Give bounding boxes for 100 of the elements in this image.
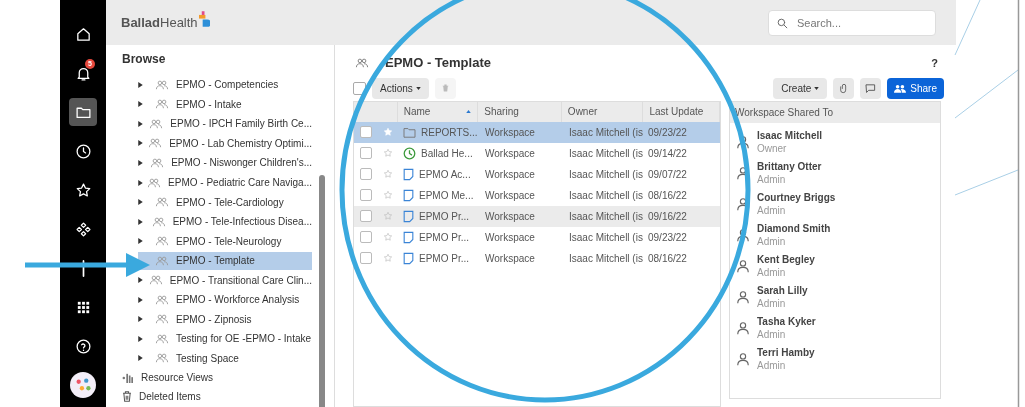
star-icon[interactable] (383, 232, 393, 242)
tree-item[interactable]: EPMO - Niswonger Children's... (138, 153, 312, 172)
person-role: Owner (757, 142, 788, 155)
table-row[interactable]: EPMO Me... Workspace Isaac Mitchell (is 08/16/22 (354, 184, 720, 206)
expand-caret-icon[interactable] (138, 101, 143, 108)
row-checkbox[interactable] (360, 147, 372, 159)
group-icon (155, 197, 169, 208)
expand-caret-icon[interactable] (138, 218, 143, 225)
search-field[interactable]: Search... (768, 9, 936, 36)
tree-item[interactable]: EPMO - Template (138, 251, 312, 270)
expand-caret-icon[interactable] (138, 81, 143, 88)
tree-item[interactable]: EPMO - Tele-Infectious Disea... (138, 212, 312, 231)
group-icon (148, 275, 163, 286)
tree-item[interactable]: EPMO - Tele-Neurology (138, 232, 312, 251)
people-icon (894, 83, 907, 93)
table-cell-text: Ballad He... (421, 146, 473, 161)
expand-caret-icon[interactable] (138, 179, 143, 186)
group-icon (155, 333, 169, 344)
resource-views-link[interactable]: Resource Views (122, 368, 214, 388)
table-cell-text: 08/16/22 (647, 251, 688, 266)
star-icon[interactable] (383, 253, 393, 263)
row-checkbox[interactable] (360, 231, 372, 243)
row-checkbox[interactable] (360, 189, 372, 201)
caret-icon (415, 86, 421, 90)
row-checkbox[interactable] (360, 210, 372, 222)
expand-caret-icon[interactable] (138, 120, 143, 127)
attach-button[interactable] (833, 77, 855, 99)
star-icon[interactable] (383, 190, 393, 200)
table-cell-text: 09/07/22 (647, 167, 688, 182)
table-row[interactable]: EPMO Pr... Workspace Isaac Mitchell (is 09/23/22 (354, 226, 720, 248)
row-checkbox[interactable] (360, 252, 372, 264)
deleted-items-link[interactable]: Deleted Items (122, 387, 201, 407)
table-cell-text: Workspace (484, 251, 536, 266)
row-checkbox[interactable] (360, 126, 372, 138)
table-cell-text: 09/23/22 (647, 125, 688, 140)
group-icon (149, 118, 164, 129)
share-button[interactable]: Share (887, 77, 944, 99)
tree-item[interactable]: Testing for OE -EPMO - Intake (138, 329, 312, 348)
diamonds-icon (74, 220, 92, 238)
tree-item[interactable]: EPMO - Zipnosis (138, 310, 312, 329)
avatar-button[interactable] (69, 371, 97, 399)
expand-caret-icon[interactable] (138, 159, 143, 166)
tree-item[interactable]: EPMO - Workforce Analysis (138, 290, 312, 309)
folder-button[interactable] (69, 98, 97, 126)
expand-caret-icon[interactable] (138, 238, 143, 245)
table-cell-text: Workspace (484, 167, 536, 182)
gauge-icon (403, 146, 416, 160)
column-header[interactable]: Last Update (643, 101, 720, 122)
tree-item[interactable]: EPMO - Transitional Care Clin... (138, 271, 312, 290)
expand-caret-icon[interactable] (138, 277, 143, 284)
tree-item[interactable]: EPMO - Competencies (138, 75, 312, 94)
expand-caret-icon[interactable] (138, 199, 143, 206)
group-icon (155, 99, 169, 110)
sort-ascending-icon[interactable] (466, 110, 472, 113)
table-cell-text: Workspace (484, 146, 536, 161)
expand-caret-icon[interactable] (138, 296, 143, 303)
column-header[interactable]: Name (397, 101, 479, 122)
comment-icon (865, 82, 877, 94)
actions-button[interactable]: Actions (372, 77, 429, 99)
group-icon (155, 236, 169, 247)
column-header[interactable]: Owner (561, 101, 644, 122)
tree-item[interactable]: EPMO - IPCH Family Birth Ce... (138, 114, 312, 133)
tree-item[interactable]: EPMO - Lab Chemistry Optimi... (138, 134, 312, 153)
table-row[interactable]: EPMO Ac... Workspace Isaac Mitchell (is 09/07/22 (354, 163, 720, 185)
star-icon[interactable] (383, 169, 393, 179)
table-row[interactable]: REPORTS... Workspace Isaac Mitchell (is 09/23/22 (354, 121, 720, 143)
sheet-icon (403, 230, 414, 244)
row-checkbox[interactable] (360, 168, 372, 180)
person-role: Admin (757, 235, 787, 248)
table-cell-text: 09/14/22 (647, 146, 688, 161)
tree-item[interactable]: Testing Space (138, 349, 312, 368)
column-header[interactable]: Sharing (478, 101, 562, 122)
expand-caret-icon[interactable] (138, 335, 143, 342)
sheet-icon (403, 167, 414, 181)
table-row[interactable]: Ballad He... Workspace Isaac Mitchell (is 09/14/22 (354, 142, 720, 164)
caret-icon (814, 86, 820, 90)
expand-caret-icon[interactable] (138, 316, 143, 323)
person-role: Admin (757, 328, 787, 341)
group-icon (151, 216, 166, 227)
expand-caret-icon[interactable] (138, 355, 143, 362)
tree-item[interactable]: EPMO - Tele-Cardiology (138, 193, 312, 212)
expand-caret-icon[interactable] (138, 140, 143, 147)
help-icon (74, 337, 92, 355)
table-cell-text: Workspace (484, 209, 536, 224)
comment-button[interactable] (860, 77, 882, 99)
table-cell-text: Isaac Mitchell (is (568, 146, 644, 161)
create-button[interactable]: Create (773, 77, 828, 99)
table-row[interactable]: EPMO Pr... Workspace Isaac Mitchell (is 08/16/22 (354, 247, 720, 269)
person-role: Admin (757, 266, 787, 279)
sheet-icon (403, 188, 414, 202)
help-icon[interactable]: ? (931, 54, 938, 71)
person-icon (736, 259, 750, 273)
star-icon[interactable] (383, 211, 393, 221)
star-icon[interactable] (383, 148, 393, 158)
tree-item[interactable]: EPMO - Intake (138, 95, 312, 114)
tree-item[interactable]: EPMO - Pediatric Care Naviga... (138, 173, 312, 192)
table-row[interactable]: EPMO Pr... Workspace Isaac Mitchell (is 09/16/22 (354, 205, 720, 227)
person-icon (736, 135, 750, 149)
table-cell-text: Isaac Mitchell (is (568, 251, 644, 266)
person-role: Admin (757, 297, 787, 310)
